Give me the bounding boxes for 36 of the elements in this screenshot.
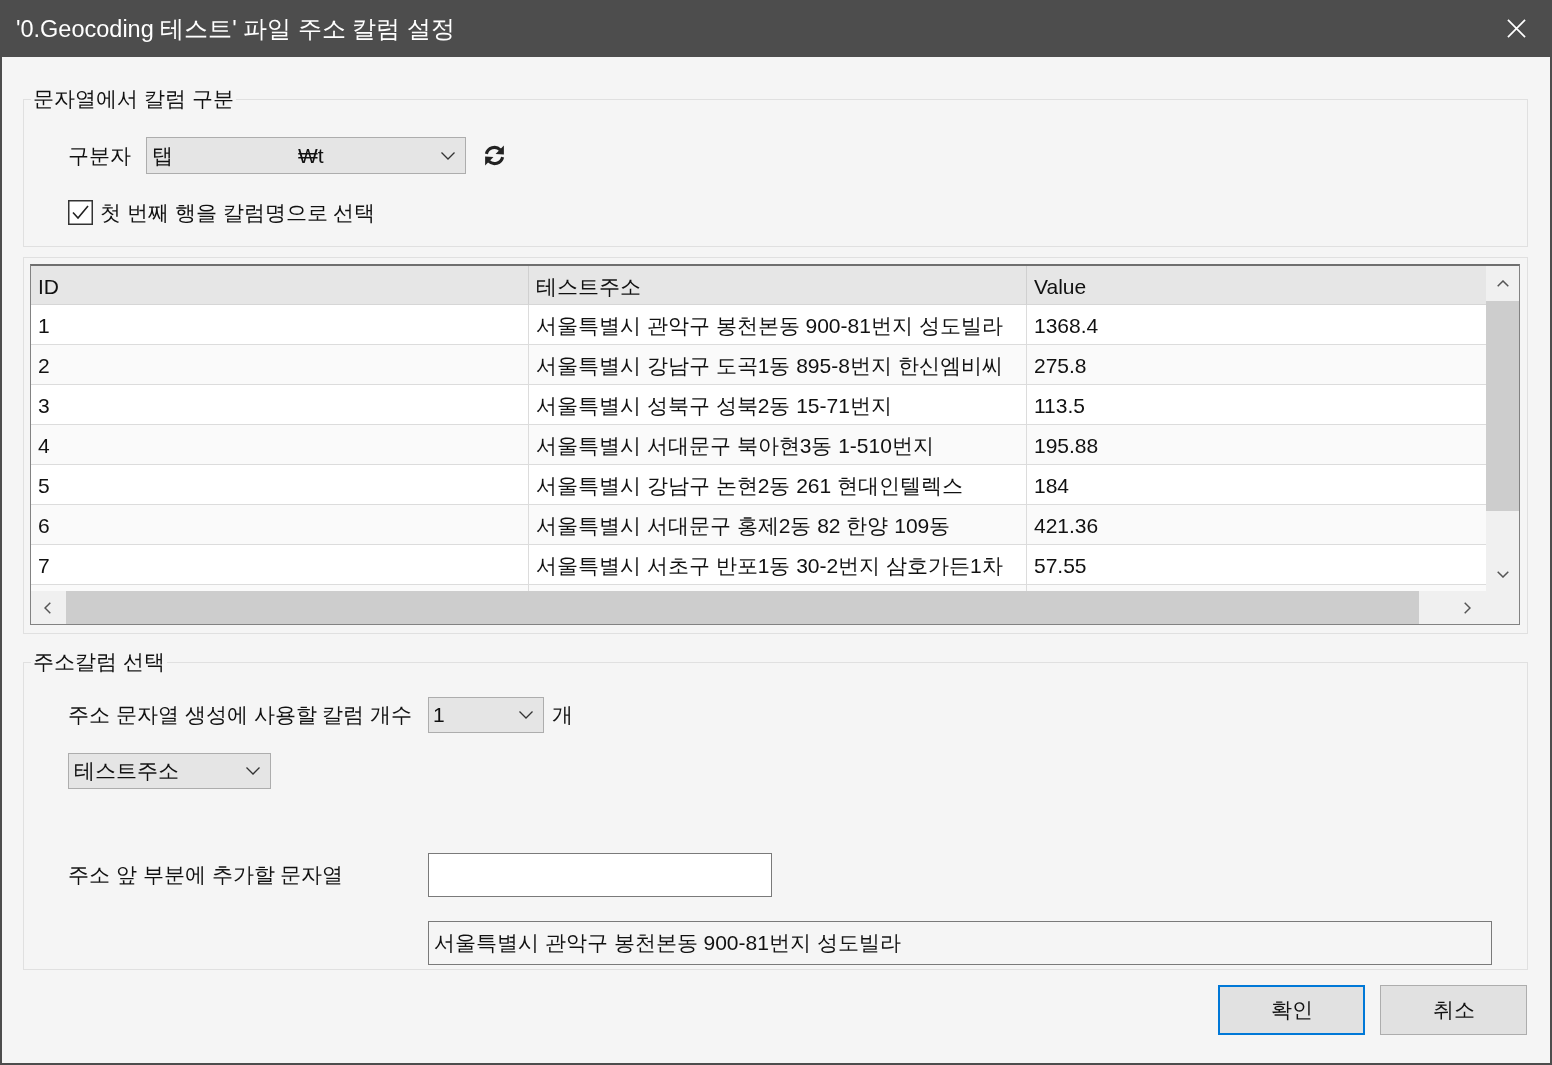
delimiter-dropdown[interactable]: 탭 ₩t bbox=[146, 137, 466, 174]
checkbox[interactable] bbox=[68, 200, 93, 225]
preview-field: 서울특별시 관악구 봉천본동 900-81번지 성도빌라 bbox=[428, 921, 1492, 965]
refresh-icon[interactable] bbox=[482, 143, 507, 168]
table-cell: 195.88 bbox=[1027, 425, 1486, 465]
unit-label: 개 bbox=[552, 702, 573, 728]
chevron-right-icon[interactable] bbox=[1464, 601, 1471, 614]
chevron-down-icon[interactable] bbox=[1496, 571, 1509, 578]
prefix-label: 주소 앞 부분에 추가할 문자열 bbox=[68, 862, 345, 888]
chevron-left-icon[interactable] bbox=[44, 601, 51, 614]
delimiter-label: 구분자 bbox=[68, 142, 132, 169]
column-header[interactable]: Value bbox=[1027, 266, 1486, 305]
close-icon[interactable] bbox=[1507, 19, 1526, 38]
scrollbar-thumb[interactable] bbox=[1486, 301, 1519, 511]
window-title: '0.Geocoding 테스트' 파일 주소 칼럼 설정 bbox=[16, 14, 455, 44]
column-count-dropdown[interactable]: 1 bbox=[428, 697, 544, 733]
table-cell: 서울특별시 강남구 도곡1동 895-8번지 한신엠비씨 bbox=[529, 345, 1027, 385]
chevron-down-icon bbox=[246, 767, 260, 775]
chevron-down-icon bbox=[519, 711, 533, 719]
table-cell: 4 bbox=[31, 425, 529, 465]
table-cell: 275.8 bbox=[1027, 345, 1486, 385]
table-cell: 서울특별시 서대문구 북아현3동 1-510번지 bbox=[529, 425, 1027, 465]
prefix-input-field[interactable] bbox=[428, 853, 772, 897]
chevron-up-icon[interactable] bbox=[1496, 280, 1509, 287]
dialog-button[interactable]: 취소 bbox=[1380, 985, 1527, 1035]
address-column-dropdown[interactable]: 테스트주소 bbox=[68, 753, 271, 789]
chevron-down-icon bbox=[441, 151, 455, 160]
table-cell: 421.36 bbox=[1027, 505, 1486, 545]
table-cell: 서울특별시 서대문구 홍제2동 82 한양 109동 bbox=[529, 505, 1027, 545]
table-cell: 6 bbox=[31, 505, 529, 545]
column-header[interactable]: ID bbox=[31, 266, 529, 305]
checkbox-label[interactable]: 첫 번째 행을 칼럼명으로 선택 bbox=[100, 198, 376, 227]
column-header[interactable]: 테스트주소 bbox=[529, 266, 1027, 305]
dialog-button[interactable]: 확인 bbox=[1218, 985, 1365, 1035]
column-count-label: 주소 문자열 생성에 사용할 칼럼 개수 bbox=[68, 702, 414, 728]
table-cell: 2 bbox=[31, 345, 529, 385]
